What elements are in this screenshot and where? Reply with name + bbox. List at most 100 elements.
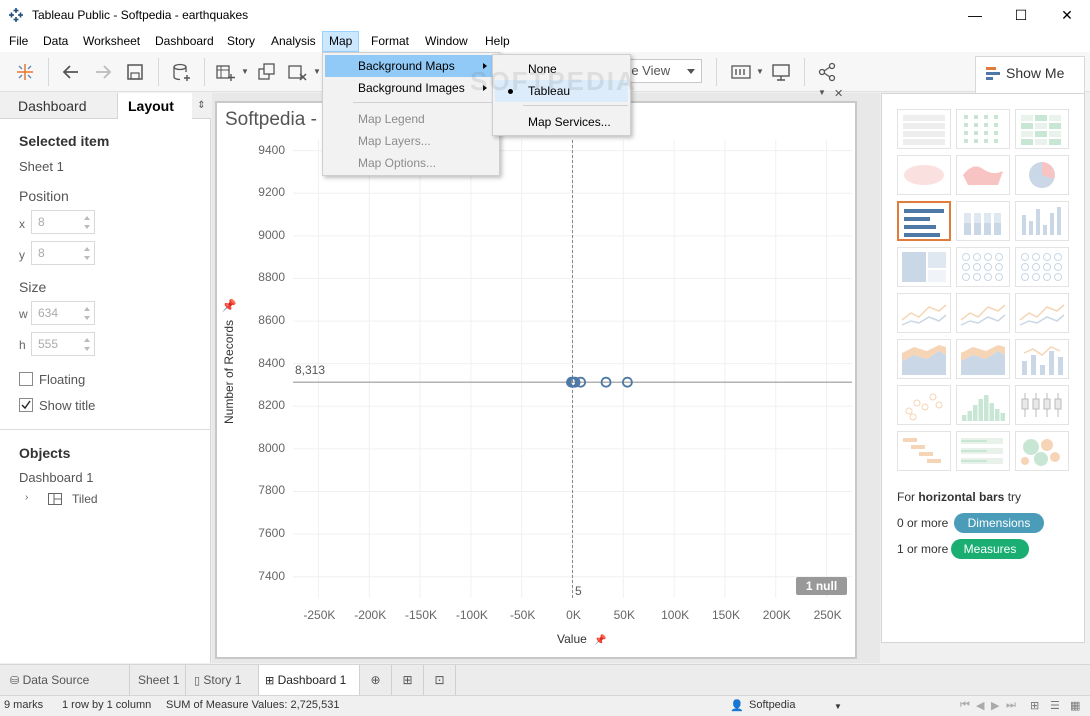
stepper-up-icon[interactable]: [84, 216, 90, 220]
chart-type-dual-lines-icon[interactable]: [1015, 293, 1069, 333]
zone-close-icon[interactable]: ✕: [834, 87, 843, 100]
chevron-down-icon[interactable]: ▼: [313, 67, 321, 76]
share-icon[interactable]: [816, 61, 838, 83]
tab-layout[interactable]: Layout: [118, 93, 192, 119]
new-data-source-icon[interactable]: [170, 61, 192, 83]
chart-type-side-by-side-bars-icon[interactable]: [1015, 201, 1069, 241]
show-cards-icon[interactable]: [730, 61, 752, 83]
chart-type-histogram-icon[interactable]: [956, 385, 1010, 425]
chart-type-lines-discrete-icon[interactable]: [956, 293, 1010, 333]
chart-type-gantt-chart-icon[interactable]: [897, 431, 951, 471]
x-position-stepper[interactable]: 8: [31, 210, 95, 234]
zone-menu-icon[interactable]: ▼: [818, 88, 826, 97]
chart-type-packed-bubbles-icon[interactable]: [1015, 431, 1069, 471]
stepper-up-icon[interactable]: [84, 307, 90, 311]
chart-type-heat-map-icon[interactable]: [956, 109, 1010, 149]
prev-page-icon[interactable]: ◀: [976, 699, 984, 712]
clear-sheet-icon[interactable]: [286, 61, 308, 83]
tab-dashboard1[interactable]: ⊞ Dashboard 1: [259, 665, 360, 695]
menu-map[interactable]: Map: [322, 31, 360, 52]
chart-type-pie-chart-icon[interactable]: [1015, 155, 1069, 195]
new-story-tab-button[interactable]: ⊡: [424, 665, 456, 695]
circle-views-preview: [962, 253, 1003, 281]
menu-format[interactable]: Format: [370, 31, 410, 52]
dual-combination-preview: [1022, 346, 1063, 375]
show-me-tab[interactable]: Show Me: [975, 56, 1085, 93]
chart-type-lines-continuous-icon[interactable]: [897, 293, 951, 333]
menu-analysis[interactable]: Analysis: [270, 31, 317, 52]
submenu-map-services[interactable]: Map Services...: [495, 111, 628, 133]
floating-checkbox[interactable]: [19, 372, 33, 386]
chevron-right-icon[interactable]: ›: [25, 492, 28, 503]
chart-type-side-by-side-circles-icon[interactable]: [1015, 247, 1069, 287]
new-dashboard-tab-button[interactable]: ⊞: [392, 665, 424, 695]
tab-sheet1[interactable]: Sheet 1: [130, 665, 186, 695]
menu-dashboard[interactable]: Dashboard: [154, 31, 215, 52]
chart-type-scatter-plot-icon[interactable]: [897, 385, 951, 425]
toolbar-separator: [716, 58, 717, 86]
menu-window[interactable]: Window: [424, 31, 469, 52]
objects-tiled[interactable]: Tiled: [72, 492, 98, 506]
chart-type-horizontal-bars-icon[interactable]: [897, 201, 951, 241]
close-button[interactable]: ✕: [1044, 0, 1090, 31]
menu-file[interactable]: File: [8, 31, 29, 52]
save-icon[interactable]: [124, 61, 146, 83]
next-page-icon[interactable]: ▶: [991, 699, 999, 712]
maximize-button[interactable]: ☐: [998, 0, 1044, 31]
minimize-button[interactable]: —: [952, 0, 998, 31]
grid-view-icon[interactable]: ⊞: [1030, 699, 1039, 712]
chevron-down-icon[interactable]: ▼: [241, 67, 249, 76]
tableau-home-icon[interactable]: [14, 61, 36, 83]
worksheet-zone[interactable]: Softpedia -: [215, 101, 857, 659]
chart-type-highlight-table-icon[interactable]: [1015, 109, 1069, 149]
y-position-stepper[interactable]: 8: [31, 241, 95, 265]
stepper-down-icon[interactable]: [84, 347, 90, 351]
new-worksheet-icon[interactable]: [214, 61, 236, 83]
menu-help[interactable]: Help: [484, 31, 511, 52]
menu-data[interactable]: Data: [42, 31, 69, 52]
null-indicator[interactable]: 1 null: [796, 577, 847, 595]
chart-type-area-discrete-icon[interactable]: [956, 339, 1010, 379]
objects-root[interactable]: Dashboard 1: [19, 470, 93, 485]
presentation-mode-icon[interactable]: [770, 61, 792, 83]
chart-type-text-table-icon[interactable]: [897, 109, 951, 149]
chart-type-filled-map-icon[interactable]: [956, 155, 1010, 195]
stepper-up-icon[interactable]: [84, 247, 90, 251]
show-title-checkbox[interactable]: [19, 398, 33, 412]
side-by-side-bars-preview: [1022, 207, 1061, 235]
back-arrow-icon[interactable]: [60, 61, 82, 83]
list-view-icon[interactable]: ☰: [1050, 699, 1060, 712]
chevron-down-icon[interactable]: ▼: [756, 67, 764, 76]
duplicate-sheet-icon[interactable]: [256, 61, 278, 83]
pin-icon[interactable]: 📌: [594, 635, 606, 646]
chart-type-box-plot-icon[interactable]: [1015, 385, 1069, 425]
chevron-down-icon[interactable]: ▼: [834, 702, 842, 711]
chart-type-bullet-graph-icon[interactable]: [956, 431, 1010, 471]
tab-dashboard[interactable]: Dashboard: [0, 93, 118, 119]
pin-icon[interactable]: 📌: [222, 298, 237, 312]
last-page-icon[interactable]: ⏭: [1006, 699, 1016, 712]
menu-worksheet[interactable]: Worksheet: [82, 31, 141, 52]
toolbar-separator: [158, 58, 159, 86]
thumbnail-view-icon[interactable]: ▦: [1070, 699, 1080, 712]
tab-story1[interactable]: ▯ Story 1: [186, 665, 259, 695]
chart-type-dual-combination-icon[interactable]: [1015, 339, 1069, 379]
status-user[interactable]: Softpedia: [749, 699, 795, 711]
stepper-up-icon[interactable]: [84, 338, 90, 342]
chart-type-symbol-map-icon[interactable]: [897, 155, 951, 195]
tab-data-source[interactable]: ⛁ Data Source: [0, 665, 130, 695]
first-page-icon[interactable]: ⏮: [960, 699, 970, 712]
panel-menu-icon[interactable]: ⇕: [192, 93, 211, 119]
forward-arrow-icon[interactable]: [92, 61, 114, 83]
stepper-down-icon[interactable]: [84, 225, 90, 229]
menu-story[interactable]: Story: [226, 31, 256, 52]
chart-type-area-continuous-icon[interactable]: [897, 339, 951, 379]
stepper-down-icon[interactable]: [84, 256, 90, 260]
width-stepper[interactable]: 634: [31, 301, 95, 325]
height-stepper[interactable]: 555: [31, 332, 95, 356]
new-worksheet-tab-button[interactable]: ⊕: [360, 665, 392, 695]
stepper-down-icon[interactable]: [84, 316, 90, 320]
chart-type-treemap-icon[interactable]: [897, 247, 951, 287]
chart-type-circle-views-icon[interactable]: [956, 247, 1010, 287]
chart-type-stacked-bars-icon[interactable]: [956, 201, 1010, 241]
